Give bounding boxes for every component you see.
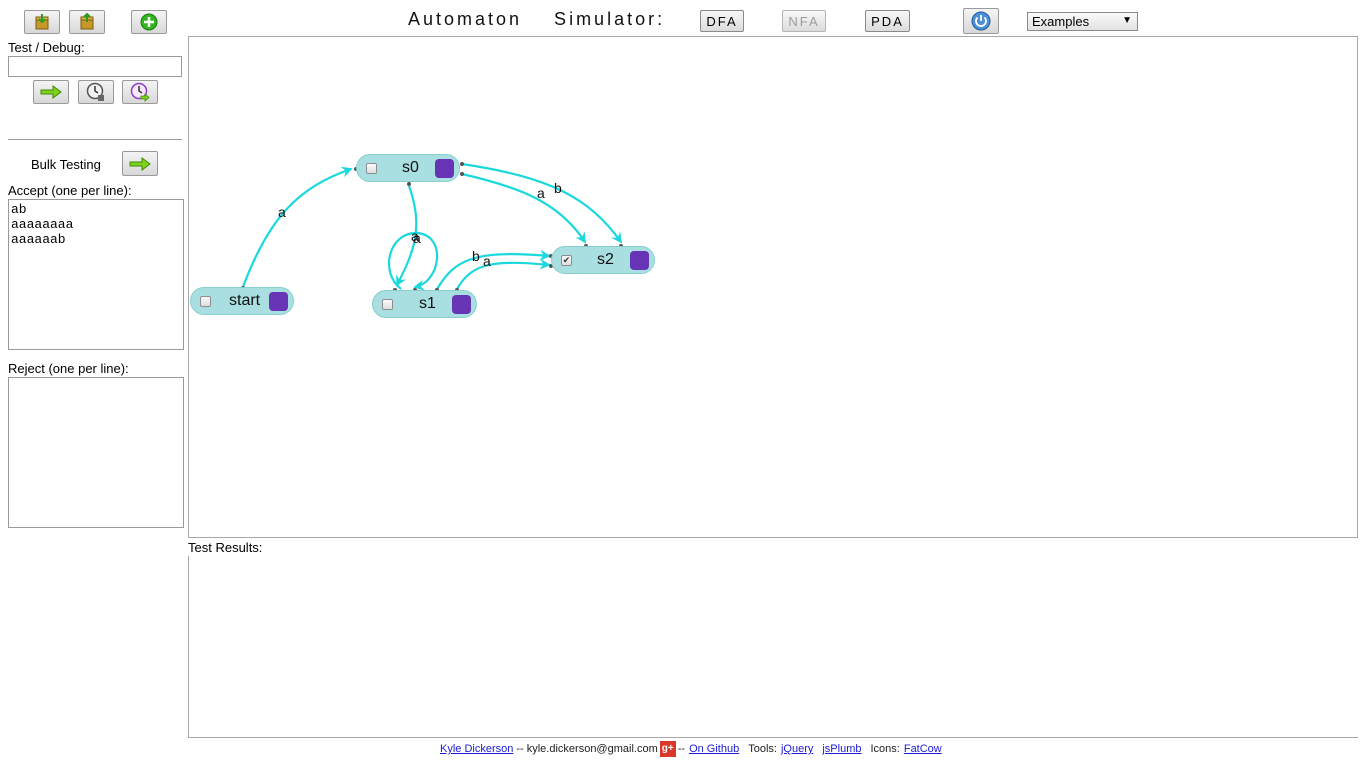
run-test-button[interactable] <box>33 80 69 104</box>
label-s1-s2-a[interactable]: a <box>483 253 491 269</box>
state-s2[interactable]: ✔ s2 <box>551 246 655 274</box>
drag-handle[interactable] <box>630 251 649 270</box>
google-plus-icon[interactable]: g+ <box>659 741 676 757</box>
bulk-testing-label: Bulk Testing <box>31 157 101 172</box>
examples-select-value: Examples <box>1032 14 1090 29</box>
automaton-canvas[interactable]: a a b a a b a start s0 s1 ✔ s2 <box>188 36 1358 538</box>
jsplumb-link[interactable]: jsPlumb <box>822 743 861 755</box>
accept-label: Accept (one per line): <box>8 183 132 198</box>
transition-s0-s2-b[interactable] <box>461 162 623 244</box>
state-start[interactable]: start <box>190 287 294 315</box>
accept-textarea[interactable]: ab aaaaaaaa aaaaaab <box>8 199 184 350</box>
transition-s1-s2-b[interactable] <box>436 249 551 290</box>
save-icon <box>35 14 49 30</box>
label-start-s0[interactable]: a <box>278 204 286 220</box>
author-link[interactable]: Kyle Dickerson <box>440 743 513 755</box>
accept-checkbox[interactable] <box>366 163 377 174</box>
footer: Kyle Dickerson -- kyle.dickerson@gmail.c… <box>440 741 942 757</box>
tools-label: Tools: <box>748 743 777 755</box>
accept-checkbox[interactable]: ✔ <box>561 255 572 266</box>
dfa-button[interactable]: DFA <box>700 10 744 32</box>
nfa-button[interactable]: NFA <box>782 10 826 32</box>
app-title: Automaton Simulator: <box>408 9 666 29</box>
github-link[interactable]: On Github <box>689 743 739 755</box>
drag-handle[interactable] <box>269 292 288 311</box>
fatcow-link[interactable]: FatCow <box>904 743 942 755</box>
state-name: s2 <box>597 251 614 268</box>
add-state-icon <box>140 13 158 31</box>
step-debug-button[interactable] <box>78 80 114 104</box>
accept-checkbox[interactable] <box>382 299 393 310</box>
drag-handle[interactable] <box>452 295 471 314</box>
state-name: s1 <box>419 295 436 312</box>
examples-select[interactable]: Examples ▼ <box>1027 12 1138 31</box>
reject-textarea[interactable] <box>8 377 184 528</box>
reset-button[interactable] <box>963 8 999 34</box>
transitions-layer: a a b a a b a <box>241 162 623 292</box>
test-results-label: Test Results: <box>188 540 263 555</box>
load-button[interactable] <box>69 10 105 34</box>
save-button[interactable] <box>24 10 60 34</box>
footer-separator: -- <box>677 743 686 755</box>
add-state-button[interactable] <box>131 10 167 34</box>
accept-checkbox[interactable] <box>200 296 211 307</box>
label-s0-s2-a[interactable]: a <box>537 185 545 201</box>
state-s0[interactable]: s0 <box>356 154 460 182</box>
load-icon <box>80 13 94 30</box>
transition-s0-s2-a[interactable] <box>461 172 586 244</box>
test-results-panel <box>188 556 1358 738</box>
test-debug-label: Test / Debug: <box>8 40 85 55</box>
state-s1[interactable]: s1 <box>372 290 477 318</box>
drag-handle[interactable] <box>435 159 454 178</box>
run-arrow-icon <box>40 85 62 99</box>
step-forward-button[interactable] <box>122 80 158 104</box>
transition-start-s0[interactable] <box>241 166 353 288</box>
step-clock-icon <box>86 82 104 101</box>
author-email: -- kyle.dickerson@gmail.com <box>516 743 658 755</box>
bulk-run-button[interactable] <box>122 151 158 176</box>
label-s1-s1[interactable]: a <box>413 230 421 246</box>
power-icon <box>971 11 991 31</box>
transition-s1-s2-a[interactable] <box>456 258 551 290</box>
test-debug-input[interactable] <box>8 56 182 77</box>
run-arrow-icon <box>129 156 151 171</box>
panel-divider <box>8 139 182 141</box>
state-name: start <box>229 292 261 309</box>
state-name: s0 <box>402 159 419 176</box>
label-s0-s2-b[interactable]: b <box>554 180 562 196</box>
icons-label: Icons: <box>870 743 900 755</box>
label-s1-s2-b[interactable]: b <box>472 248 480 264</box>
pda-button[interactable]: PDA <box>865 10 910 32</box>
reject-label: Reject (one per line): <box>8 361 129 376</box>
dropdown-arrow-icon: ▼ <box>1122 15 1132 26</box>
jquery-link[interactable]: jQuery <box>781 743 813 755</box>
step-forward-clock-icon <box>130 82 150 102</box>
